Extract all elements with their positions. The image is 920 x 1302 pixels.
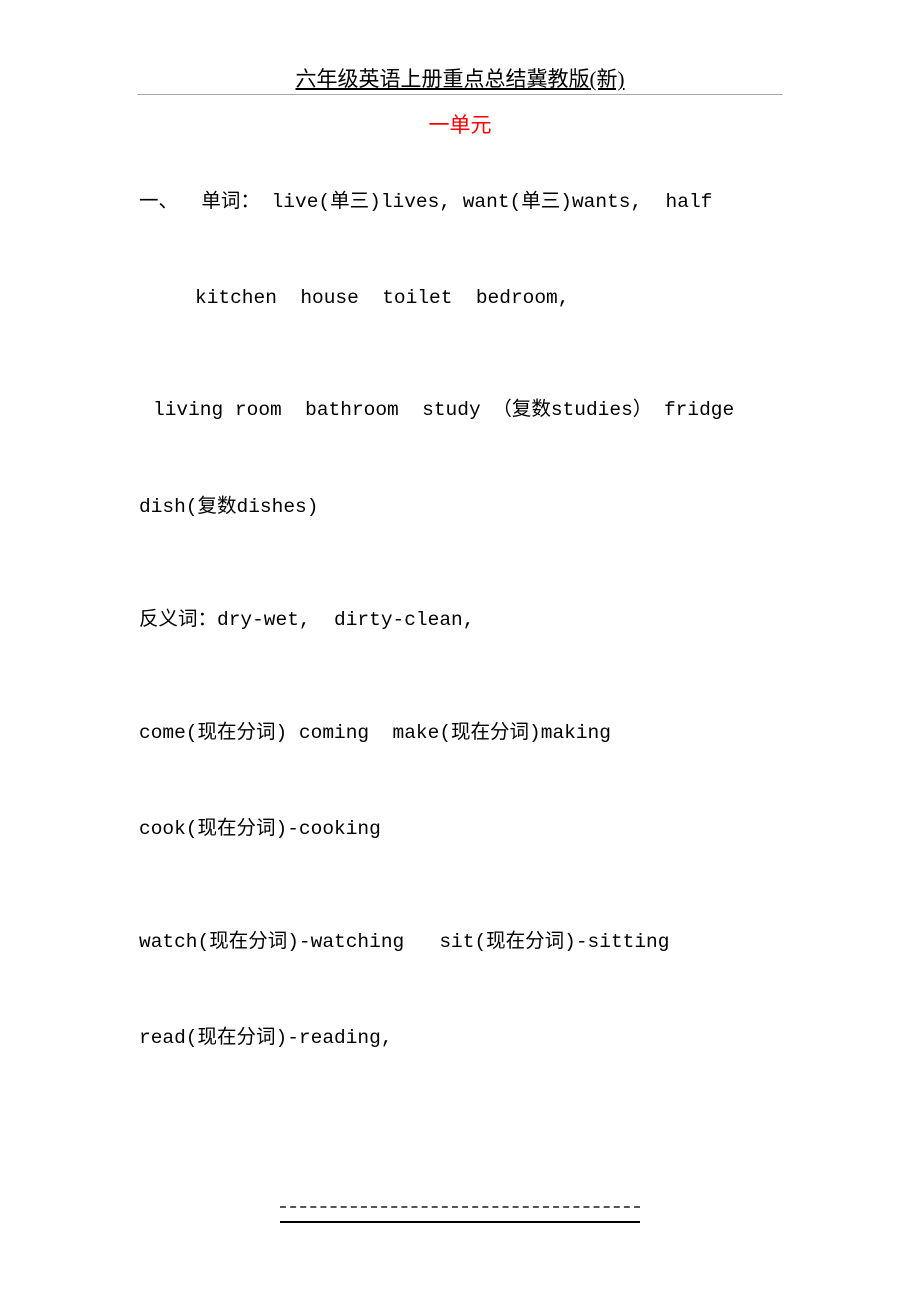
text-line-dish: dish(复数dishes) [139,496,319,518]
text-line-rooms-2: living room bathroom study （复数studies） f… [153,399,735,421]
text-line-participles-2: cook(现在分词)-cooking [139,818,381,840]
text-line-participles-4: read(现在分词)-reading, [139,1027,393,1049]
text-line-vocabulary: 一、 单词： live(单三)lives, want(单三)wants, hal… [139,191,713,213]
text-line-participles-1: come(现在分词) coming make(现在分词)making [139,722,611,744]
header-divider [137,94,783,95]
footer-dashed-divider [280,1206,640,1208]
text-line-rooms: kitchen house toilet bedroom, [195,287,570,309]
text-line-participles-3: watch(现在分词)-watching sit(现在分词)-sitting [139,931,670,953]
page-header-title: 六年级英语上册重点总结冀教版(新) [295,67,625,91]
unit-title: 一单元 [428,114,492,137]
footer-divider [280,1221,640,1223]
text-line-antonyms: 反义词：dry-wet, dirty-clean, [139,609,475,631]
